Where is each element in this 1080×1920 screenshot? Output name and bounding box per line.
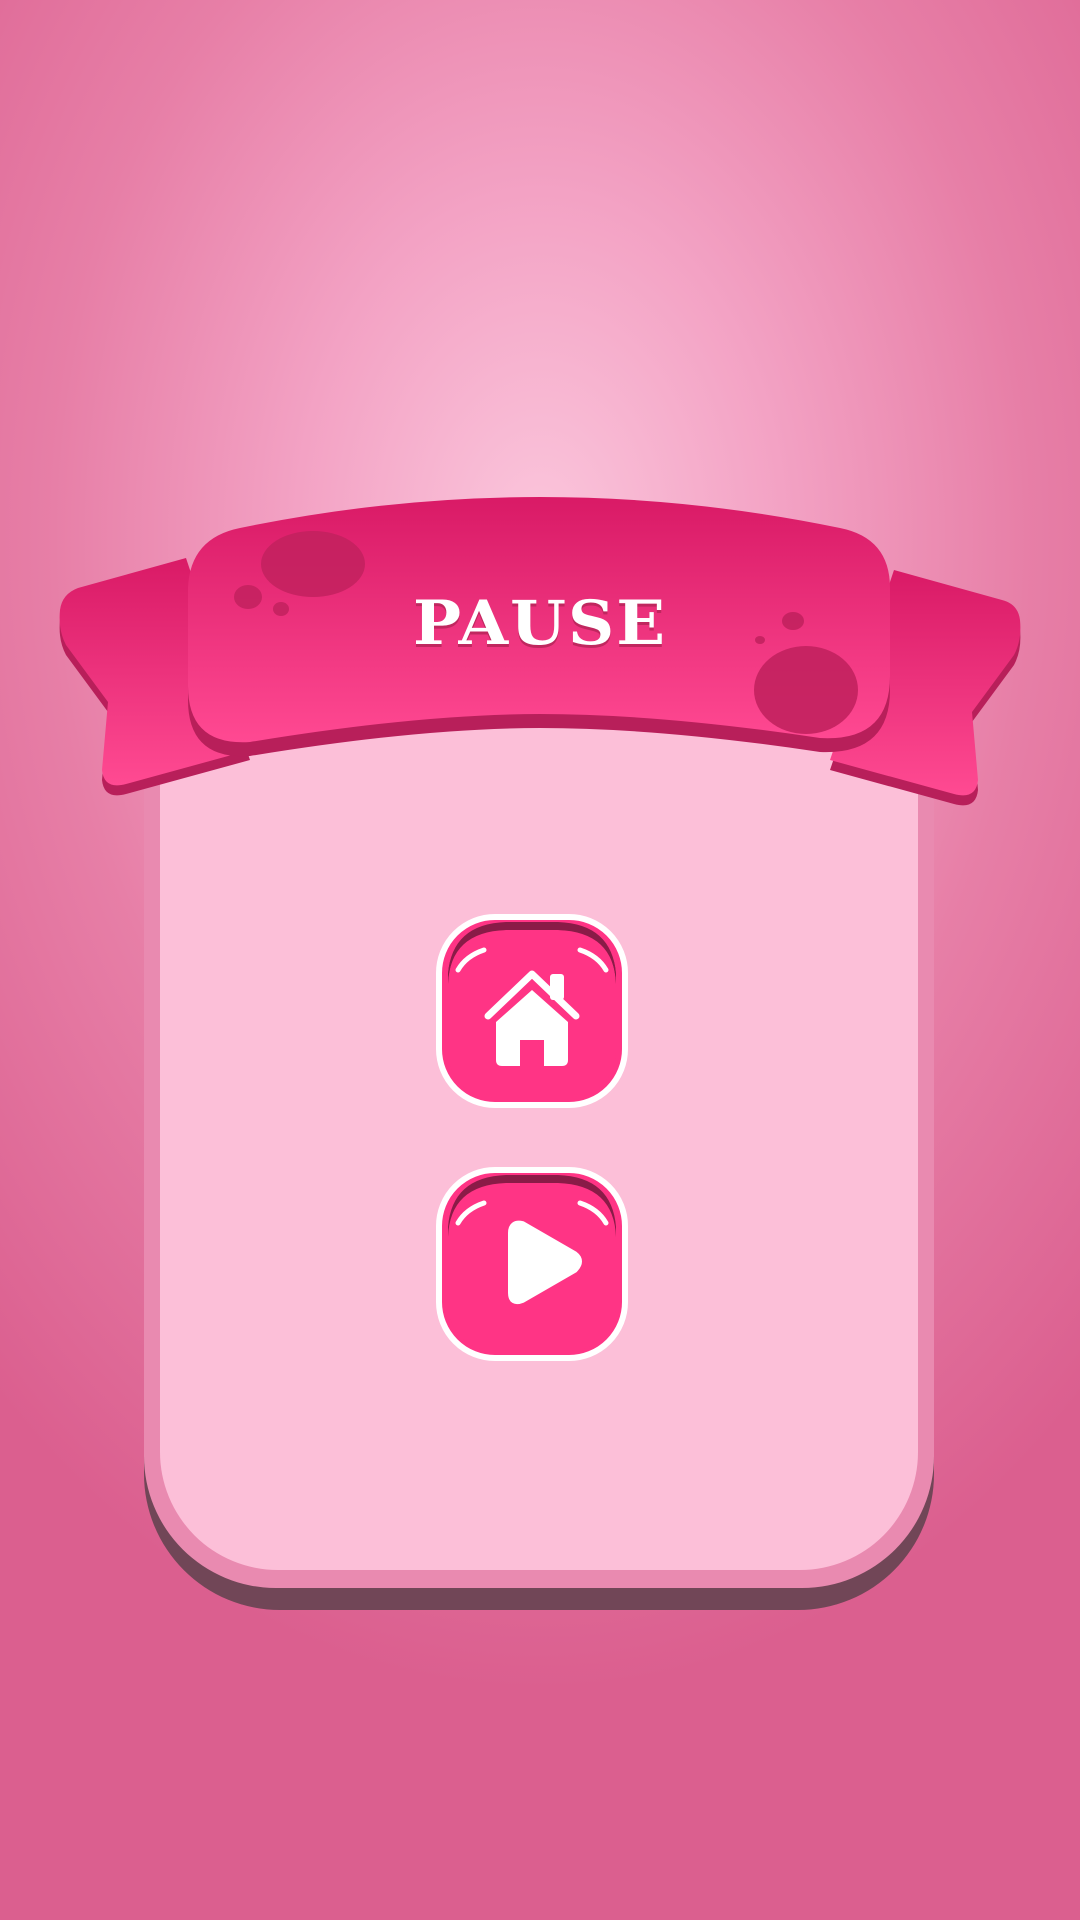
title-container: PAUSE (290, 578, 790, 668)
resume-button[interactable] (436, 1167, 628, 1361)
page-title: PAUSE (413, 587, 667, 659)
pause-screen: PAUSE (0, 0, 1080, 1920)
home-button[interactable] (436, 914, 628, 1108)
